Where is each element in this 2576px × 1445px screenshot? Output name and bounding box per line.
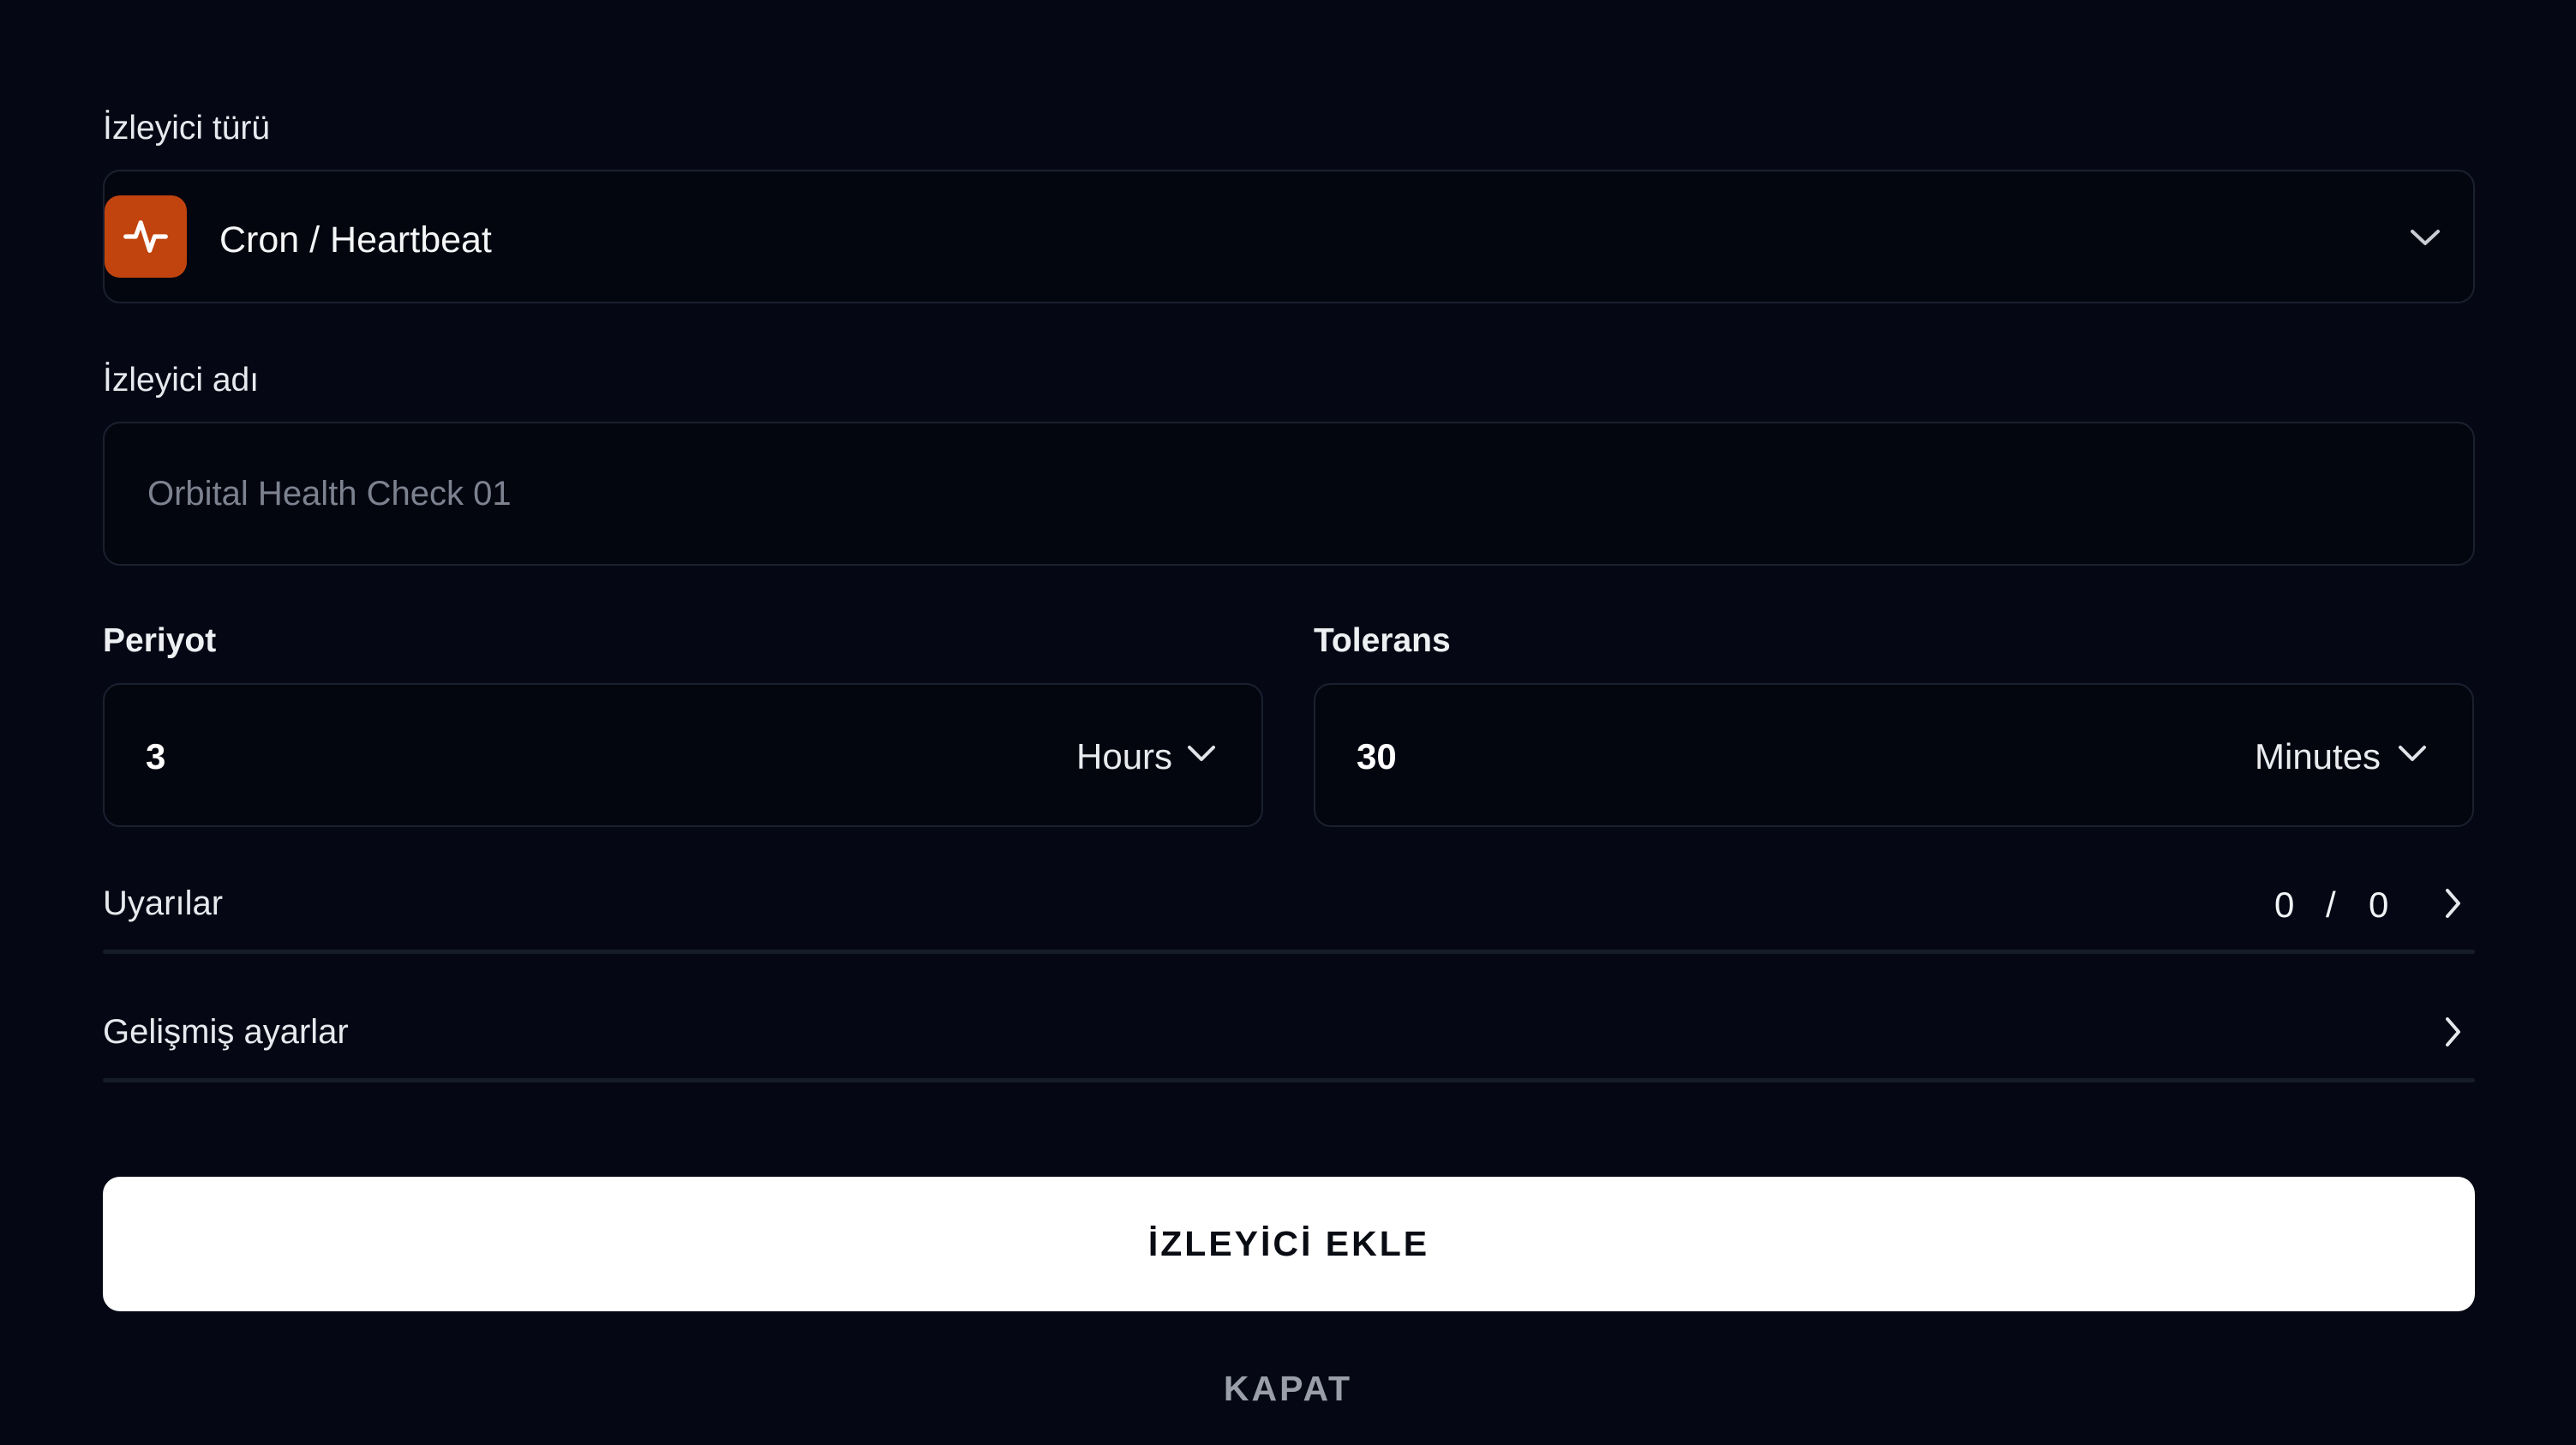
tolerance-value[interactable]: 30: [1357, 736, 1397, 777]
tolerance-field[interactable]: 30 Minutes: [1314, 683, 2474, 827]
alerts-total-count: 0: [2369, 884, 2389, 925]
divider: [103, 1078, 2475, 1082]
add-monitor-form: İzleyici türü Cron / Heartbeat İzleyici …: [0, 0, 2576, 1445]
heartbeat-icon: [105, 195, 187, 278]
chevron-down-icon[interactable]: [1186, 741, 1217, 765]
period-field[interactable]: 3 Hours: [103, 683, 1263, 827]
alerts-separator: /: [2326, 884, 2336, 925]
chevron-right-icon[interactable]: [2441, 1015, 2465, 1049]
chevron-right-icon[interactable]: [2441, 886, 2465, 920]
monitor-type-label: İzleyici türü: [103, 110, 271, 147]
tolerance-unit-select[interactable]: Minutes: [2255, 736, 2381, 777]
close-button[interactable]: KAPAT: [1117, 1364, 1459, 1412]
monitor-name-label: İzleyici adı: [103, 362, 260, 399]
chevron-down-icon: [2411, 230, 2440, 245]
monitor-name-field[interactable]: [103, 422, 2475, 566]
period-unit-select[interactable]: Hours: [1076, 736, 1172, 777]
add-monitor-button[interactable]: İZLEYİCİ EKLE: [103, 1177, 2475, 1311]
alerts-label: Uyarılar: [103, 884, 224, 922]
chevron-down-icon[interactable]: [2397, 741, 2428, 765]
monitor-type-value: Cron / Heartbeat: [219, 219, 492, 261]
alerts-active-count: 0: [2274, 884, 2295, 925]
period-label: Periyot: [103, 622, 217, 659]
divider: [103, 950, 2475, 954]
period-value[interactable]: 3: [146, 736, 165, 777]
monitor-name-input[interactable]: [105, 423, 2473, 564]
tolerance-label: Tolerans: [1314, 622, 1451, 659]
monitor-type-select[interactable]: Cron / Heartbeat: [103, 170, 2475, 303]
advanced-settings-label: Gelişmiş ayarlar: [103, 1013, 349, 1051]
